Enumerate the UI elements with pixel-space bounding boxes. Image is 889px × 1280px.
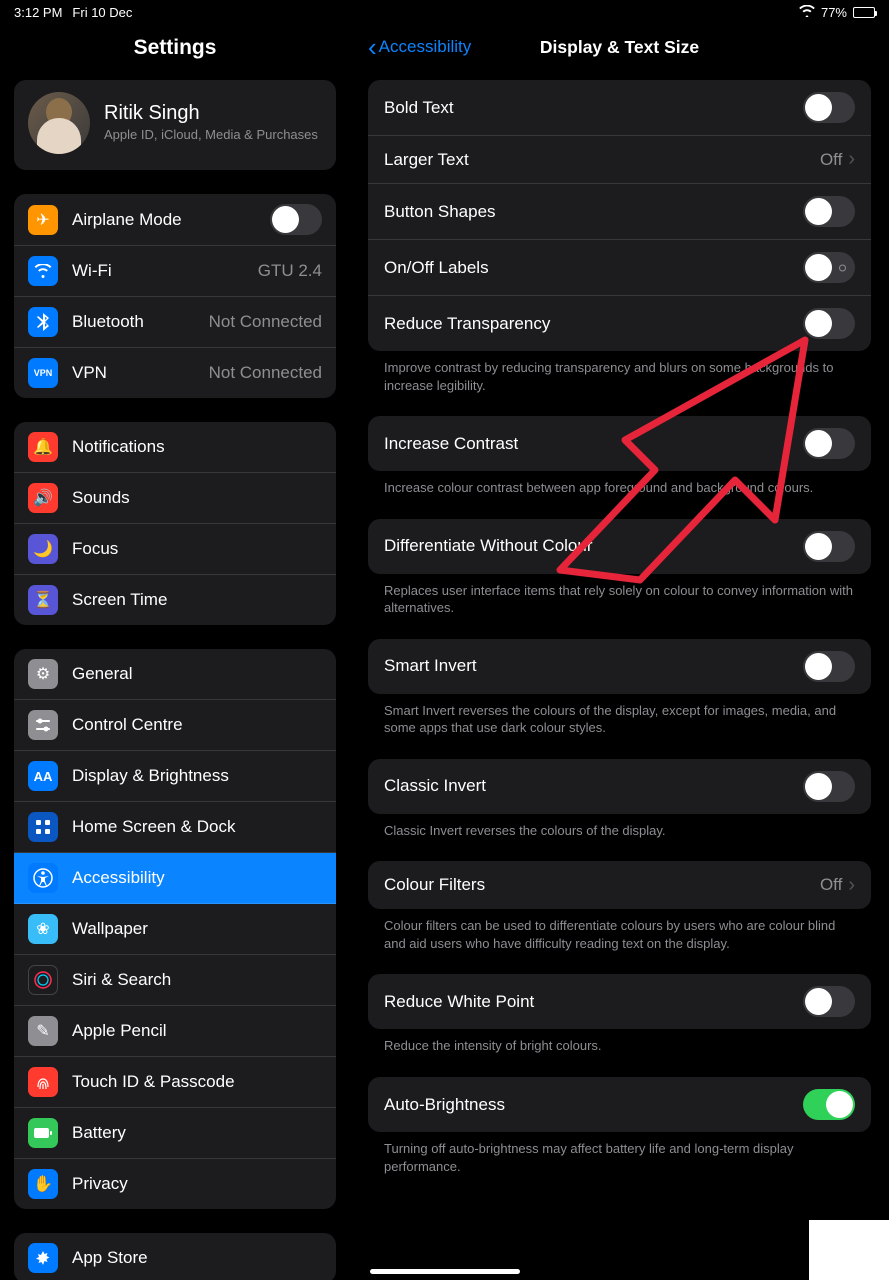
page-title: Display & Text Size [540, 37, 699, 58]
status-time: 3:12 PM [14, 5, 62, 20]
chevron-right-icon: › [848, 874, 855, 897]
sidebar-item-display[interactable]: AA Display & Brightness [14, 751, 336, 802]
hourglass-icon: ⏳ [28, 585, 58, 615]
toggle-onoff-labels[interactable] [803, 252, 855, 283]
sidebar-item-bluetooth[interactable]: Bluetooth Not Connected [14, 297, 336, 348]
help-reduce-white-point: Reduce the intensity of bright colours. [368, 1029, 871, 1077]
help-classic-invert: Classic Invert reverses the colours of t… [368, 814, 871, 862]
toggle-smart-invert[interactable] [803, 651, 855, 682]
row-smart-invert[interactable]: Smart Invert [368, 639, 871, 694]
settings-sidebar: Settings Ritik Singh Apple ID, iCloud, M… [0, 24, 350, 1280]
sidebar-item-touchid[interactable]: Touch ID & Passcode [14, 1057, 336, 1108]
sidebar-item-wallpaper[interactable]: ❀ Wallpaper [14, 904, 336, 955]
sidebar-item-appstore[interactable]: App Store [14, 1233, 336, 1280]
toggle-reduce-transparency[interactable] [803, 308, 855, 339]
row-increase-contrast[interactable]: Increase Contrast [368, 416, 871, 471]
hand-icon: ✋ [28, 1169, 58, 1199]
sidebar-item-sounds[interactable]: 🔊 Sounds [14, 473, 336, 524]
wifi-settings-icon [28, 256, 58, 286]
flower-icon: ❀ [28, 914, 58, 944]
row-reduce-white-point[interactable]: Reduce White Point [368, 974, 871, 1029]
sidebar-item-siri[interactable]: Siri & Search [14, 955, 336, 1006]
airplane-icon: ✈ [28, 205, 58, 235]
row-bold-text[interactable]: Bold Text [368, 80, 871, 136]
help-differentiate-colour: Replaces user interface items that rely … [368, 574, 871, 639]
sidebar-item-notifications[interactable]: 🔔 Notifications [14, 422, 336, 473]
sidebar-item-privacy[interactable]: ✋ Privacy [14, 1159, 336, 1209]
wifi-icon [799, 4, 815, 20]
battery-percent: 77% [821, 5, 847, 20]
chevron-right-icon: › [848, 148, 855, 171]
row-auto-brightness[interactable]: Auto-Brightness [368, 1077, 871, 1132]
row-reduce-transparency[interactable]: Reduce Transparency [368, 296, 871, 351]
appstore-icon [28, 1243, 58, 1273]
siri-icon [28, 965, 58, 995]
status-bar: 3:12 PM Fri 10 Dec 77% [0, 0, 889, 24]
profile-row[interactable]: Ritik Singh Apple ID, iCloud, Media & Pu… [14, 80, 336, 170]
sidebar-item-battery[interactable]: Battery [14, 1108, 336, 1159]
speaker-icon: 🔊 [28, 483, 58, 513]
battery-icon [28, 1118, 58, 1148]
help-auto-brightness: Turning off auto-brightness may affect b… [368, 1132, 871, 1197]
text-size-icon: AA [28, 761, 58, 791]
main-panel: ‹ Accessibility Display & Text Size Bold… [350, 24, 889, 1280]
grid-icon [28, 812, 58, 842]
sidebar-item-airplane[interactable]: ✈ Airplane Mode [14, 194, 336, 246]
row-larger-text[interactable]: Larger Text Off › [368, 136, 871, 184]
status-date: Fri 10 Dec [72, 5, 132, 20]
toggle-bold-text[interactable] [803, 92, 855, 123]
help-colour-filters: Colour filters can be used to differenti… [368, 909, 871, 974]
sidebar-item-general[interactable]: ⚙ General [14, 649, 336, 700]
toggle-reduce-white-point[interactable] [803, 986, 855, 1017]
chevron-left-icon: ‹ [368, 34, 377, 60]
toggle-button-shapes[interactable] [803, 196, 855, 227]
row-onoff-labels[interactable]: On/Off Labels [368, 240, 871, 296]
toggle-auto-brightness[interactable] [803, 1089, 855, 1120]
sidebar-item-focus[interactable]: 🌙 Focus [14, 524, 336, 575]
moon-icon: 🌙 [28, 534, 58, 564]
back-button[interactable]: ‹ Accessibility [368, 34, 471, 60]
sidebar-item-control[interactable]: Control Centre [14, 700, 336, 751]
help-increase-contrast: Increase colour contrast between app for… [368, 471, 871, 519]
sidebar-item-screentime[interactable]: ⏳ Screen Time [14, 575, 336, 625]
avatar [28, 92, 90, 154]
profile-sub: Apple ID, iCloud, Media & Purchases [104, 127, 318, 144]
help-reduce-transparency: Improve contrast by reducing transparenc… [368, 351, 871, 416]
accessibility-icon [28, 863, 58, 893]
row-button-shapes[interactable]: Button Shapes [368, 184, 871, 240]
airplane-toggle[interactable] [270, 204, 322, 235]
sidebar-item-vpn[interactable]: VPN VPN Not Connected [14, 348, 336, 398]
vpn-icon: VPN [28, 358, 58, 388]
profile-name: Ritik Singh [104, 102, 318, 125]
sidebar-item-wifi[interactable]: Wi-Fi GTU 2.4 [14, 246, 336, 297]
sidebar-title: Settings [0, 24, 350, 80]
row-differentiate-colour[interactable]: Differentiate Without Colour [368, 519, 871, 574]
bell-icon: 🔔 [28, 432, 58, 462]
home-indicator [370, 1269, 520, 1274]
row-colour-filters[interactable]: Colour Filters Off › [368, 861, 871, 909]
bluetooth-icon [28, 307, 58, 337]
sidebar-item-pencil[interactable]: ✎ Apple Pencil [14, 1006, 336, 1057]
help-smart-invert: Smart Invert reverses the colours of the… [368, 694, 871, 759]
pencil-icon: ✎ [28, 1016, 58, 1046]
white-patch [809, 1220, 889, 1280]
toggle-increase-contrast[interactable] [803, 428, 855, 459]
sidebar-item-accessibility[interactable]: Accessibility [14, 853, 336, 904]
toggle-differentiate-colour[interactable] [803, 531, 855, 562]
fingerprint-icon [28, 1067, 58, 1097]
sidebar-item-home[interactable]: Home Screen & Dock [14, 802, 336, 853]
row-classic-invert[interactable]: Classic Invert [368, 759, 871, 814]
sliders-icon [28, 710, 58, 740]
toggle-classic-invert[interactable] [803, 771, 855, 802]
battery-icon [853, 7, 875, 18]
gear-icon: ⚙ [28, 659, 58, 689]
